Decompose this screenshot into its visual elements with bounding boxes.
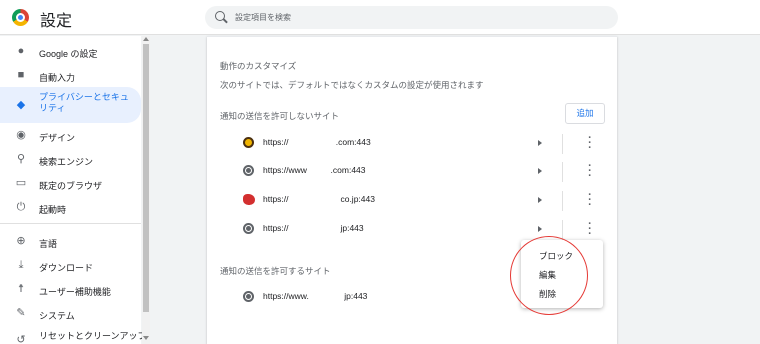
- scroll-thumb[interactable]: [143, 44, 149, 312]
- site-url: https://www .com:443: [263, 165, 366, 175]
- sidebar-item-system[interactable]: ✎ システム: [0, 301, 141, 325]
- app-title: 設定: [40, 11, 73, 30]
- palette-icon: ◉: [16, 129, 26, 141]
- sidebar: ● Google の設定 ■ 自動入力 ◆ プライバシーとセキュリティ ◉ デザ…: [0, 36, 147, 344]
- sidebar-divider: [0, 223, 141, 224]
- globe-icon: [243, 165, 254, 176]
- sidebar-item-google[interactable]: ● Google の設定: [0, 39, 141, 63]
- sidebar-item-label: 自動入力: [39, 73, 76, 83]
- row-separator: [562, 220, 563, 240]
- sidebar-item-label: リセットとクリーンアップ: [39, 331, 147, 341]
- globe-icon: [243, 223, 254, 234]
- more-vert-icon[interactable]: · · ·: [586, 190, 594, 211]
- chrome-logo-icon: [12, 9, 29, 26]
- search-input[interactable]: 設定項目を検索: [205, 6, 618, 29]
- site-favicon-icon: [243, 194, 255, 205]
- sidebar-item-default-browser[interactable]: ▭ 既定のブラウザ: [0, 171, 141, 195]
- power-icon: ⏻: [16, 201, 26, 213]
- wrench-icon: ✎: [16, 307, 26, 319]
- more-vert-icon[interactable]: · · ·: [586, 161, 594, 182]
- row-separator: [562, 191, 563, 211]
- sidebar-item-label: Google の設定: [39, 49, 98, 59]
- sidebar-item-search-engine[interactable]: ⚲ 検索エンジン: [0, 147, 141, 171]
- sidebar-item-label: ダウンロード: [39, 263, 94, 273]
- download-icon: ⤓: [18, 259, 24, 271]
- sidebar-item-label: 起動時: [39, 205, 67, 215]
- sidebar-item-reset[interactable]: ↺ リセットとクリーンアップ: [0, 325, 146, 344]
- search-icon: [215, 11, 225, 21]
- shield-icon: ◆: [16, 99, 26, 111]
- sidebar-scrollbar[interactable]: [142, 36, 150, 344]
- allowed-sites-title: 通知の送信を許可するサイト: [220, 266, 331, 276]
- browser-icon: ▭: [15, 177, 27, 189]
- top-bar: 設定 設定項目を検索: [0, 0, 760, 35]
- sidebar-item-label: 既定のブラウザ: [39, 181, 103, 191]
- site-url: https://www. jp:443: [263, 291, 368, 301]
- row-separator: [562, 134, 563, 154]
- site-favicon-icon: [243, 137, 254, 148]
- custom-behavior-title: 動作のカスタマイズ: [220, 61, 297, 71]
- arrow-right-icon[interactable]: [538, 140, 542, 146]
- sidebar-item-label: デザイン: [39, 133, 76, 143]
- globe-icon: [243, 291, 254, 302]
- site-url: https:// .com:443: [263, 137, 371, 147]
- arrow-right-icon[interactable]: [538, 197, 542, 203]
- sidebar-item-accessibility[interactable]: ☨ ユーザー補助機能: [0, 277, 141, 301]
- site-row[interactable]: https:// co.jp:443 · · ·: [243, 190, 605, 211]
- arrow-right-icon[interactable]: [538, 226, 542, 232]
- reset-icon: ↺: [16, 334, 26, 344]
- sidebar-item-autofill[interactable]: ■ 自動入力: [0, 63, 141, 87]
- more-vert-icon[interactable]: · · ·: [586, 133, 594, 154]
- sidebar-item-label: プライバシーとセキュリティ: [39, 92, 129, 113]
- row-separator: [562, 162, 563, 182]
- site-row[interactable]: https:// .com:443 · · ·: [243, 133, 605, 154]
- card-divider: [207, 36, 617, 37]
- arrow-right-icon[interactable]: [538, 168, 542, 174]
- site-url: https:// co.jp:443: [263, 194, 375, 204]
- blocked-sites-title: 通知の送信を許可しないサイト: [220, 111, 340, 121]
- sidebar-item-label: ユーザー補助機能: [39, 287, 111, 297]
- sidebar-item-on-startup[interactable]: ⏻ 起動時: [0, 195, 141, 219]
- sidebar-item-label: 言語: [39, 239, 58, 249]
- more-vert-icon[interactable]: · · ·: [586, 219, 594, 240]
- sidebar-item-label: 検索エンジン: [39, 157, 94, 167]
- search-icon: ⚲: [16, 153, 26, 165]
- custom-behavior-desc: 次のサイトでは、デフォルトではなくカスタムの設定が使用されます: [220, 80, 484, 90]
- scroll-down-icon[interactable]: [143, 336, 149, 340]
- site-row[interactable]: https://www .com:443 · · ·: [243, 161, 605, 182]
- sidebar-item-downloads[interactable]: ⤓ ダウンロード: [0, 253, 141, 277]
- clipboard-icon: ■: [17, 69, 25, 81]
- annotation-circle: [510, 236, 588, 315]
- search-placeholder: 設定項目を検索: [235, 13, 291, 22]
- person-icon: ●: [17, 45, 25, 57]
- sidebar-item-appearance[interactable]: ◉ デザイン: [0, 123, 141, 147]
- sidebar-item-languages[interactable]: ⊕ 言語: [0, 229, 141, 253]
- site-url: https:// jp:443: [263, 223, 364, 233]
- sidebar-item-privacy[interactable]: ◆ プライバシーとセキュリティ: [0, 87, 141, 123]
- add-button[interactable]: 追加: [565, 103, 605, 124]
- sidebar-item-label: システム: [39, 311, 75, 321]
- scroll-up-icon[interactable]: [143, 37, 149, 41]
- accessibility-icon: ☨: [18, 283, 24, 295]
- globe-icon: ⊕: [16, 235, 26, 247]
